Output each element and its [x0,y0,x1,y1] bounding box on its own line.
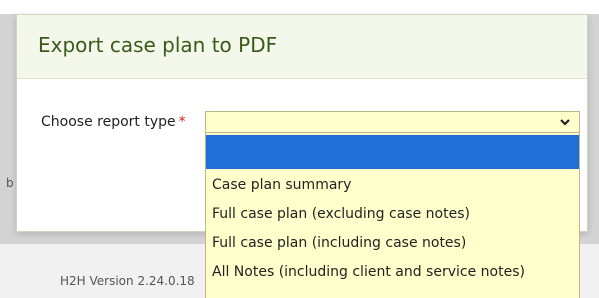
option-all-notes[interactable]: All Notes (including client and service … [206,258,579,287]
option-full-excluding-notes[interactable]: Full case plan (excluding case notes) [206,200,579,229]
background-edge-text: b [6,176,14,190]
dialog-title: Export case plan to PDF [38,33,278,57]
report-type-select[interactable] [205,111,580,133]
option-case-plan-summary[interactable]: Case plan summary [206,171,579,200]
option-full-including-notes[interactable]: Full case plan (including case notes) [206,229,579,258]
report-type-label-text: Choose report type [41,114,176,130]
chevron-down-icon[interactable] [559,115,571,129]
version-label: H2H Version 2.24.0.18 [60,274,195,288]
report-type-label: Choose report type * [41,114,186,130]
dialog-header: Export case plan to PDF [17,15,587,79]
option-blank[interactable] [206,135,579,169]
page-top-strip [0,0,599,14]
required-marker: * [178,114,186,130]
report-type-options: Case plan summary Full case plan (exclud… [205,133,580,298]
